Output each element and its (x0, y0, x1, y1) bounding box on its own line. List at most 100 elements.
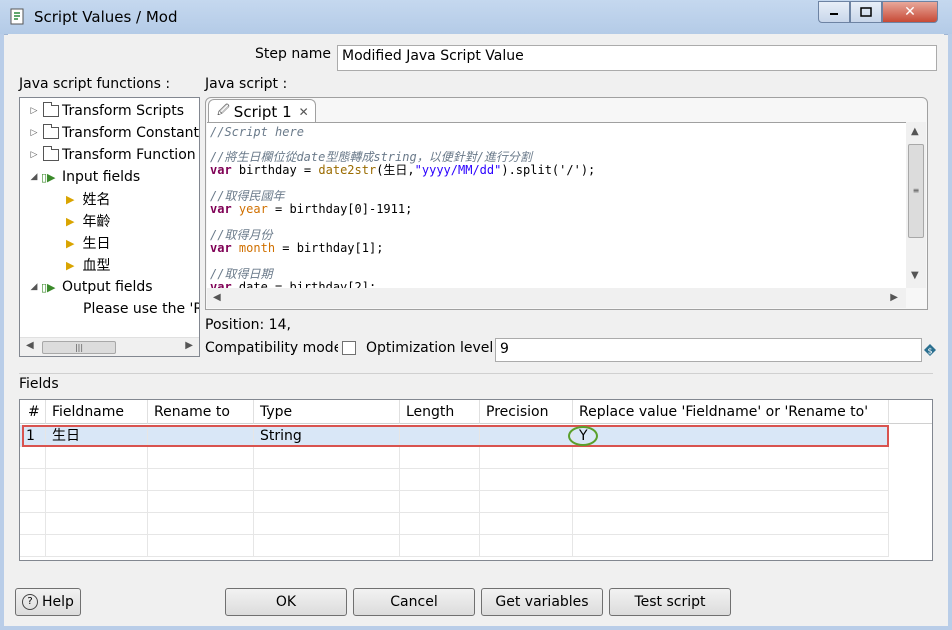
tree-item-field[interactable]: ▶ 年齡 (66, 210, 110, 232)
table-cell-rename[interactable] (148, 425, 254, 447)
column-header-label: Replace value 'Fieldname' or 'Rename to' (579, 404, 869, 420)
table-cell-empty[interactable] (573, 447, 889, 469)
scroll-left-icon[interactable]: ◀ (213, 292, 221, 303)
table-cell-empty[interactable] (480, 513, 573, 535)
get-variables-button[interactable]: Get variables (481, 588, 603, 616)
title-bar: Script Values / Mod ✕ (0, 0, 952, 35)
tab-script-1[interactable]: 🖉 Script 1 ✕ (208, 99, 316, 123)
table-cell-empty[interactable] (254, 535, 400, 557)
table-cell-empty[interactable] (148, 535, 254, 557)
collapse-arrow-icon[interactable]: ◢ (29, 282, 39, 292)
minimize-button[interactable] (818, 1, 850, 23)
expand-arrow-icon[interactable]: ▷ (29, 128, 39, 138)
table-cell-empty[interactable] (400, 535, 480, 557)
table-cell-empty[interactable] (400, 469, 480, 491)
tree-horizontal-scrollbar[interactable]: ◀ ||| ▶ (20, 337, 199, 356)
help-button[interactable]: ? Help (15, 588, 81, 616)
tree-item-label: Input fields (62, 169, 141, 185)
table-cell-empty[interactable] (46, 535, 148, 557)
variable-icon[interactable]: $ (924, 344, 936, 356)
table-cell-empty[interactable] (480, 491, 573, 513)
table-cell-empty[interactable] (254, 447, 400, 469)
scroll-right-icon[interactable]: ▶ (890, 292, 898, 303)
expand-arrow-icon[interactable]: ▷ (29, 150, 39, 160)
maximize-button[interactable] (850, 1, 882, 23)
table-cell-empty[interactable] (573, 491, 889, 513)
table-cell-empty[interactable] (148, 447, 254, 469)
column-header-precision[interactable]: Precision (480, 400, 573, 424)
column-header-rename[interactable]: Rename to (148, 400, 254, 424)
tree-item-transform-scripts[interactable]: ▷ Transform Scripts (29, 100, 184, 122)
table-cell-empty[interactable] (148, 513, 254, 535)
table-cell-empty[interactable] (20, 469, 46, 491)
cancel-button-label: Cancel (390, 594, 438, 610)
table-cell-empty[interactable] (254, 491, 400, 513)
step-name-label: Step name (255, 46, 332, 62)
fields-table[interactable]: # Fieldname Rename to Type Length Precis… (19, 399, 933, 561)
compatibility-checkbox[interactable] (342, 341, 356, 355)
tree-item-label: 年齡 (82, 214, 111, 230)
table-cell-empty[interactable] (20, 447, 46, 469)
table-cell-length[interactable] (400, 425, 480, 447)
tree-item-field[interactable]: ▶ 生日 (66, 232, 110, 254)
close-tab-icon[interactable]: ✕ (299, 105, 309, 119)
maximize-icon (860, 7, 872, 17)
tree-item-transform-functions[interactable]: ▷ Transform Function (29, 144, 196, 166)
cancel-button[interactable]: Cancel (353, 588, 475, 616)
table-cell-empty[interactable] (573, 535, 889, 557)
optimization-level-input[interactable]: 9 (495, 338, 922, 362)
column-header-fieldname[interactable]: Fieldname (46, 400, 148, 424)
close-button[interactable]: ✕ (882, 1, 938, 23)
table-cell-replace[interactable]: Y (573, 425, 889, 447)
expand-arrow-icon[interactable]: ▷ (29, 106, 39, 116)
table-cell-empty[interactable] (573, 469, 889, 491)
table-cell-fieldname[interactable]: 生日 (46, 425, 148, 447)
code-editor[interactable]: //Script here //將生日欄位從date型態轉成string，以便針… (207, 122, 906, 289)
column-header-number[interactable]: # (20, 400, 46, 424)
table-cell-empty[interactable] (254, 469, 400, 491)
table-cell-empty[interactable] (480, 469, 573, 491)
tree-item-field[interactable]: ▶ 血型 (66, 254, 110, 276)
scroll-up-icon[interactable]: ▲ (911, 126, 919, 137)
table-cell-empty[interactable] (148, 469, 254, 491)
column-header-type[interactable]: Type (254, 400, 400, 424)
table-cell-empty[interactable] (148, 491, 254, 513)
step-name-input[interactable]: Modified Java Script Value (337, 45, 937, 71)
table-cell-empty[interactable] (573, 513, 889, 535)
tree-item-input-fields[interactable]: ◢ ▯▶ Input fields (29, 166, 141, 188)
table-cell-empty[interactable] (46, 447, 148, 469)
table-cell-empty[interactable] (480, 535, 573, 557)
table-cell-precision[interactable] (480, 425, 573, 447)
minimize-icon (830, 13, 838, 15)
table-cell-type[interactable]: String (254, 425, 400, 447)
column-header-label: # (28, 404, 40, 420)
scroll-left-icon[interactable]: ◀ (26, 340, 34, 351)
tree-item-output-fields[interactable]: ◢ ▯▶ Output fields (29, 276, 153, 298)
scroll-thumb[interactable]: ≡ (908, 144, 924, 238)
table-cell-empty[interactable] (46, 469, 148, 491)
collapse-arrow-icon[interactable]: ◢ (29, 172, 39, 182)
column-header-replace[interactable]: Replace value 'Fieldname' or 'Rename to' (573, 400, 889, 424)
functions-tree[interactable]: ▷ Transform Scripts ▷ Transform Constant ▷… (19, 97, 200, 357)
code-horizontal-scrollbar[interactable]: ◀ ▶ (207, 288, 906, 308)
test-script-button[interactable]: Test script (609, 588, 731, 616)
tree-item-field[interactable]: ▶ 姓名 (66, 188, 110, 210)
code-vertical-scrollbar[interactable]: ▲ ≡ ▼ (906, 122, 926, 288)
table-cell-number[interactable]: 1 (20, 425, 46, 447)
table-cell-empty[interactable] (400, 447, 480, 469)
column-header-length[interactable]: Length (400, 400, 480, 424)
table-cell-empty[interactable] (400, 513, 480, 535)
table-cell-empty[interactable] (20, 535, 46, 557)
scroll-thumb[interactable]: ||| (42, 341, 116, 354)
table-cell-empty[interactable] (46, 491, 148, 513)
table-cell-empty[interactable] (46, 513, 148, 535)
table-cell-empty[interactable] (400, 491, 480, 513)
scroll-down-icon[interactable]: ▼ (911, 270, 919, 281)
scroll-right-icon[interactable]: ▶ (185, 340, 193, 351)
table-cell-empty[interactable] (254, 513, 400, 535)
ok-button[interactable]: OK (225, 588, 347, 616)
table-cell-empty[interactable] (20, 491, 46, 513)
table-cell-empty[interactable] (20, 513, 46, 535)
table-cell-empty[interactable] (480, 447, 573, 469)
tree-item-transform-constants[interactable]: ▷ Transform Constant (29, 122, 199, 144)
